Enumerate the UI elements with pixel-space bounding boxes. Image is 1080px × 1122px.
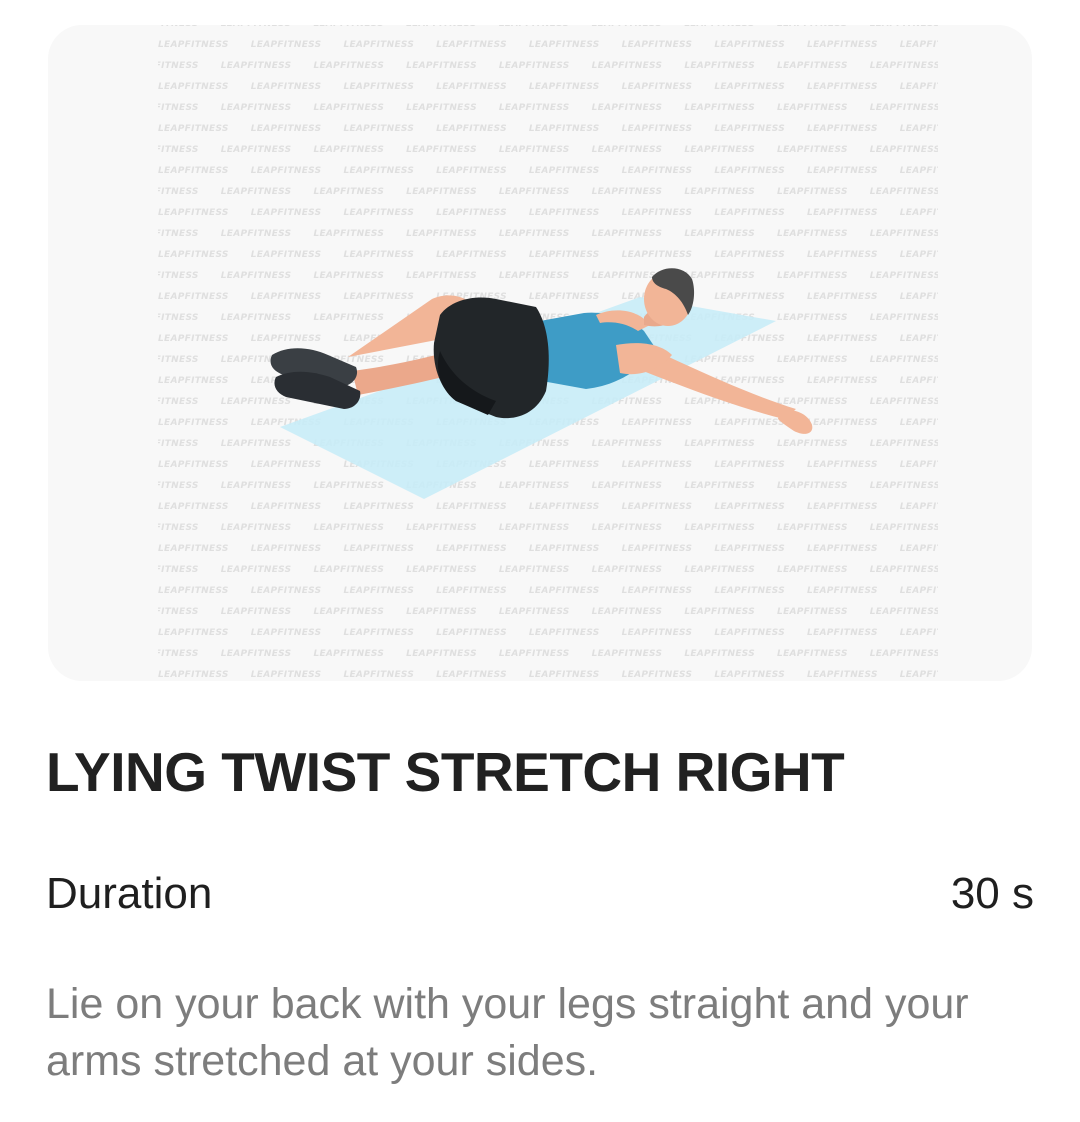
exercise-detail-screen: LEAPFITNESS LEAPFITNESS LEAPFITNESS LEAPFIT… bbox=[0, 0, 1080, 1122]
exercise-description: Lie on your back with your legs straight… bbox=[46, 980, 969, 1085]
duration-label: Duration bbox=[46, 869, 213, 918]
exercise-title: LYING TWIST STRETCH RIGHT bbox=[46, 741, 845, 803]
duration-row: Duration 30 s bbox=[46, 864, 1034, 924]
exercise-illustration bbox=[270, 268, 813, 499]
figure-hand bbox=[778, 409, 813, 434]
exercise-illustration-card: LEAPFITNESS LEAPFITNESS LEAPFITNESS LEAPFIT… bbox=[48, 25, 1032, 681]
duration-value: 30 s bbox=[950, 869, 1034, 918]
